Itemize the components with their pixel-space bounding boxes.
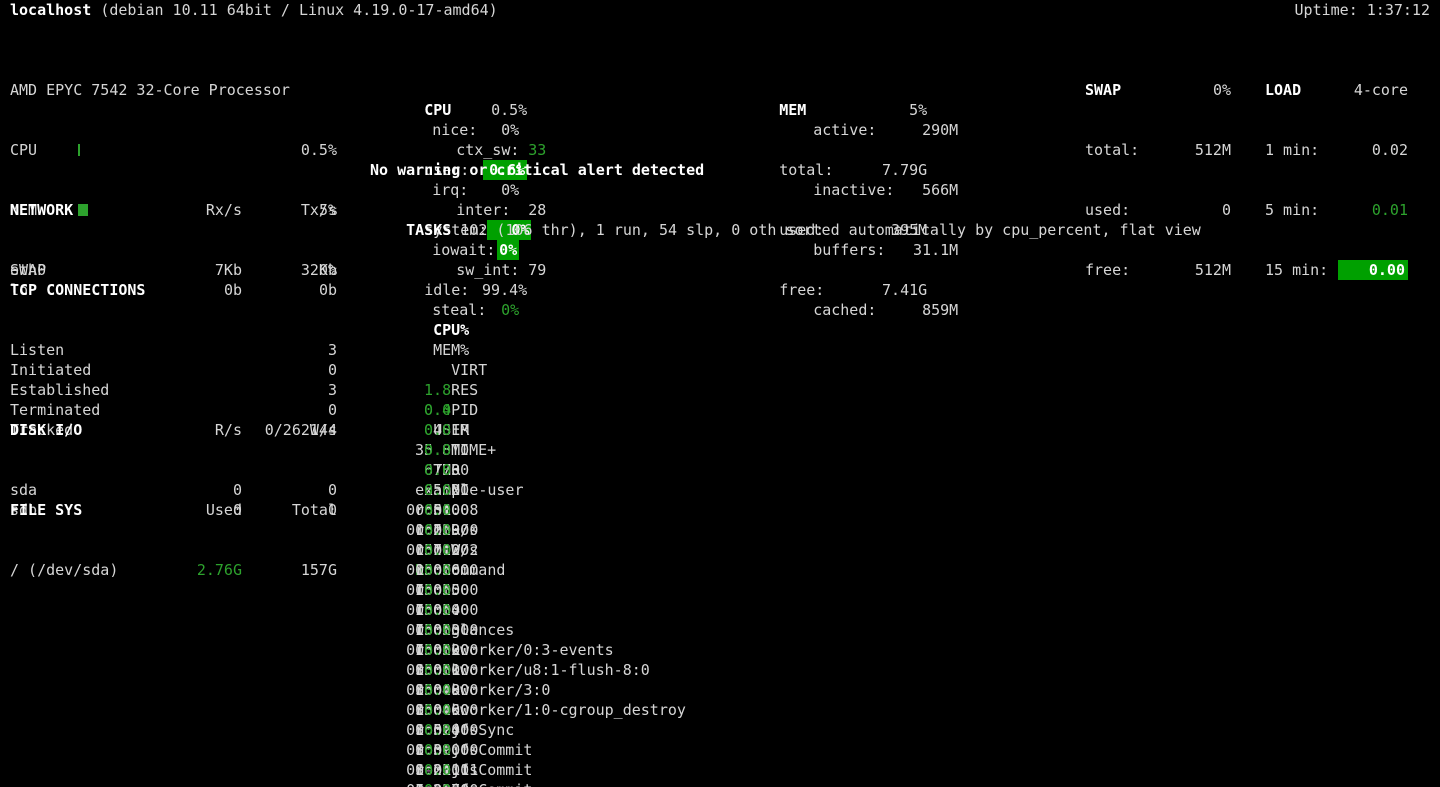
irq-value: 0% <box>501 180 519 200</box>
cell-cpu-percent: 0.0 <box>406 560 451 580</box>
cell-cpu-percent: 0.0 <box>406 520 451 540</box>
network-tx-header: Tx/s <box>242 200 337 220</box>
fs-title: FILE SYS <box>10 500 152 520</box>
active-label: active: <box>813 120 876 140</box>
load-title: LOAD <box>1265 80 1301 100</box>
network-title: NETWORK <box>10 200 152 220</box>
swap-total-value: 512M <box>1195 140 1231 160</box>
process-row: 1.8 0.4 401M 35.8M 6773 example-user 00:… <box>370 360 1440 380</box>
cpu-usage-bar <box>78 144 278 156</box>
irq-label: irq: <box>432 180 468 200</box>
load-5min-label: 5 min: <box>1265 200 1319 220</box>
cpu-usage-bar-fill <box>78 144 80 156</box>
uptime: Uptime: 1:37:12 <box>1295 0 1430 20</box>
fs-used-value: 2.76G <box>152 560 242 580</box>
cell-cpu-percent: 0.0 <box>406 400 451 420</box>
process-row: 0.0 0.0 0 0 6562 root 00:00.00 1 0 I 0 0… <box>370 380 1440 400</box>
cell-cpu-percent: 0.0 <box>406 760 451 780</box>
cell-cpu-percent: 0.0 <box>406 600 451 620</box>
fs-rows: / (/dev/sda) 2.76G 157G <box>10 560 337 580</box>
load-1min-label: 1 min: <box>1265 140 1319 160</box>
header-bar: localhost (debian 10.11 64bit / Linux 4.… <box>10 0 1430 20</box>
cell-cpu-percent: 0.0 <box>406 740 451 760</box>
process-row: 0.0 0.0 0 0 5056 root 00:00.00 1 0 S 0 0… <box>370 460 1440 480</box>
uptime-label: Uptime: <box>1295 1 1358 19</box>
cell-cpu-percent: 0.0 <box>406 500 451 520</box>
process-row: 0.0 0.0 0 0 5712 root 00:00.00 1 0 I 0 0… <box>370 440 1440 460</box>
nice-value: 0% <box>501 120 519 140</box>
mem-percent: 5% <box>909 100 927 120</box>
tcp-title: TCP CONNECTIONS <box>10 280 337 300</box>
cpu-total: 0.5% <box>491 100 527 120</box>
quicklook-cpu-row: CPU 0.5% <box>10 140 337 160</box>
mount-point: / (/dev/sda) <box>10 560 152 580</box>
host-info: localhost (debian 10.11 64bit / Linux 4.… <box>10 0 498 20</box>
col-virt: VIRT <box>424 360 487 380</box>
tasks-title: TASKS <box>406 221 451 239</box>
ctx-sw-label: ctx_sw: <box>456 140 528 160</box>
swap-total-label: total: <box>1085 140 1139 160</box>
table-row: Listen 3 <box>10 340 337 360</box>
cell-cpu-percent: 0.0 <box>406 480 451 500</box>
alert-message: No warning or critical alert detected <box>370 160 704 180</box>
cell-cpu-percent: 0.0 <box>406 460 451 480</box>
col-mem-percent: MEM% <box>424 340 469 360</box>
table-row: Initiated 0 <box>10 360 337 380</box>
network-rx-header: Rx/s <box>152 200 242 220</box>
row-name: Initiated <box>10 360 177 380</box>
cell-cpu-percent: 0.0 <box>406 780 451 787</box>
cell-cpu-percent: 0.0 <box>406 540 451 560</box>
process-table-header: CPU% MEM% VIRT RES PID USER TIME+ THR NI… <box>370 300 1440 320</box>
filesystem-row: / (/dev/sda) 2.76G 157G <box>10 560 337 580</box>
inactive-label: inactive: <box>813 180 894 200</box>
row-value: 0 <box>177 360 337 380</box>
cell-cpu-percent: 0.0 <box>406 700 451 720</box>
ctx-sw-value: 33 <box>528 140 546 160</box>
load-1min-value: 0.02 <box>1372 140 1408 160</box>
diskio-read-header: R/s <box>152 420 242 440</box>
cpu-title: CPU <box>424 100 451 120</box>
row-name: Listen <box>10 340 177 360</box>
mem-title: MEM <box>779 100 806 120</box>
cell-cpu-percent: 0.0 <box>406 620 451 640</box>
col-cpu-percent: CPU% <box>424 320 469 340</box>
nice-label: nice: <box>432 120 477 140</box>
fs-total-header: Total <box>242 500 337 520</box>
cpu-model: AMD EPYC 7542 32-Core Processor <box>10 80 337 100</box>
cell-cpu-percent: 0.0 <box>406 720 451 740</box>
fs-total-value: 157G <box>242 560 337 580</box>
cell-cpu-percent: 0.0 <box>406 680 451 700</box>
quicklook-cpu-percent: 0.5% <box>278 140 337 160</box>
uptime-value: 1:37:12 <box>1367 1 1430 19</box>
process-row: 0.0 0.0 0 0 6560 root 00:00.02 1 0 I 0 0… <box>370 400 1440 420</box>
cell-cpu-percent: 0.0 <box>406 440 451 460</box>
fs-used-header: Used <box>152 500 242 520</box>
quicklook-cpu-label: CPU <box>10 140 78 160</box>
mem-total-value: 7.79G <box>882 160 927 180</box>
mem-total-label: total: <box>779 160 833 180</box>
tasks-summary-line: TASKS 102 (106 thr), 1 run, 54 slp, 0 ot… <box>370 200 1201 260</box>
swap-percent: 0% <box>1213 80 1231 100</box>
cell-cpu-percent: 0.0 <box>406 660 451 680</box>
glances-terminal: localhost (debian 10.11 64bit / Linux 4.… <box>0 0 1440 787</box>
system-info: (debian 10.11 64bit / Linux 4.19.0-17-am… <box>100 1 497 19</box>
cell-cpu-percent: 1.8 <box>406 380 451 400</box>
process-table: CPU% MEM% VIRT RES PID USER TIME+ THR NI… <box>370 260 1440 787</box>
cell-cpu-percent: 0.0 <box>406 580 451 600</box>
active-value: 290M <box>922 120 958 140</box>
diskio-write-header: W/s <box>242 420 337 440</box>
load-5min-value: 0.01 <box>1372 200 1408 220</box>
inactive-value: 566M <box>922 180 958 200</box>
tasks-summary: 102 (106 thr), 1 run, 54 slp, 0 oth sort… <box>460 221 1201 239</box>
cell-cpu-percent: 0.0 <box>406 640 451 660</box>
filesystem-panel: FILE SYS Used Total / (/dev/sda) 2.76G 1… <box>10 460 337 620</box>
cell-cpu-percent: 0.0 <box>406 420 451 440</box>
hostname: localhost <box>10 1 91 19</box>
load-core: 4-core <box>1354 80 1408 100</box>
diskio-title: DISK I/O <box>10 420 152 440</box>
swap-title: SWAP <box>1085 80 1121 100</box>
row-value: 3 <box>177 340 337 360</box>
swap-used-value: 0 <box>1222 200 1231 220</box>
